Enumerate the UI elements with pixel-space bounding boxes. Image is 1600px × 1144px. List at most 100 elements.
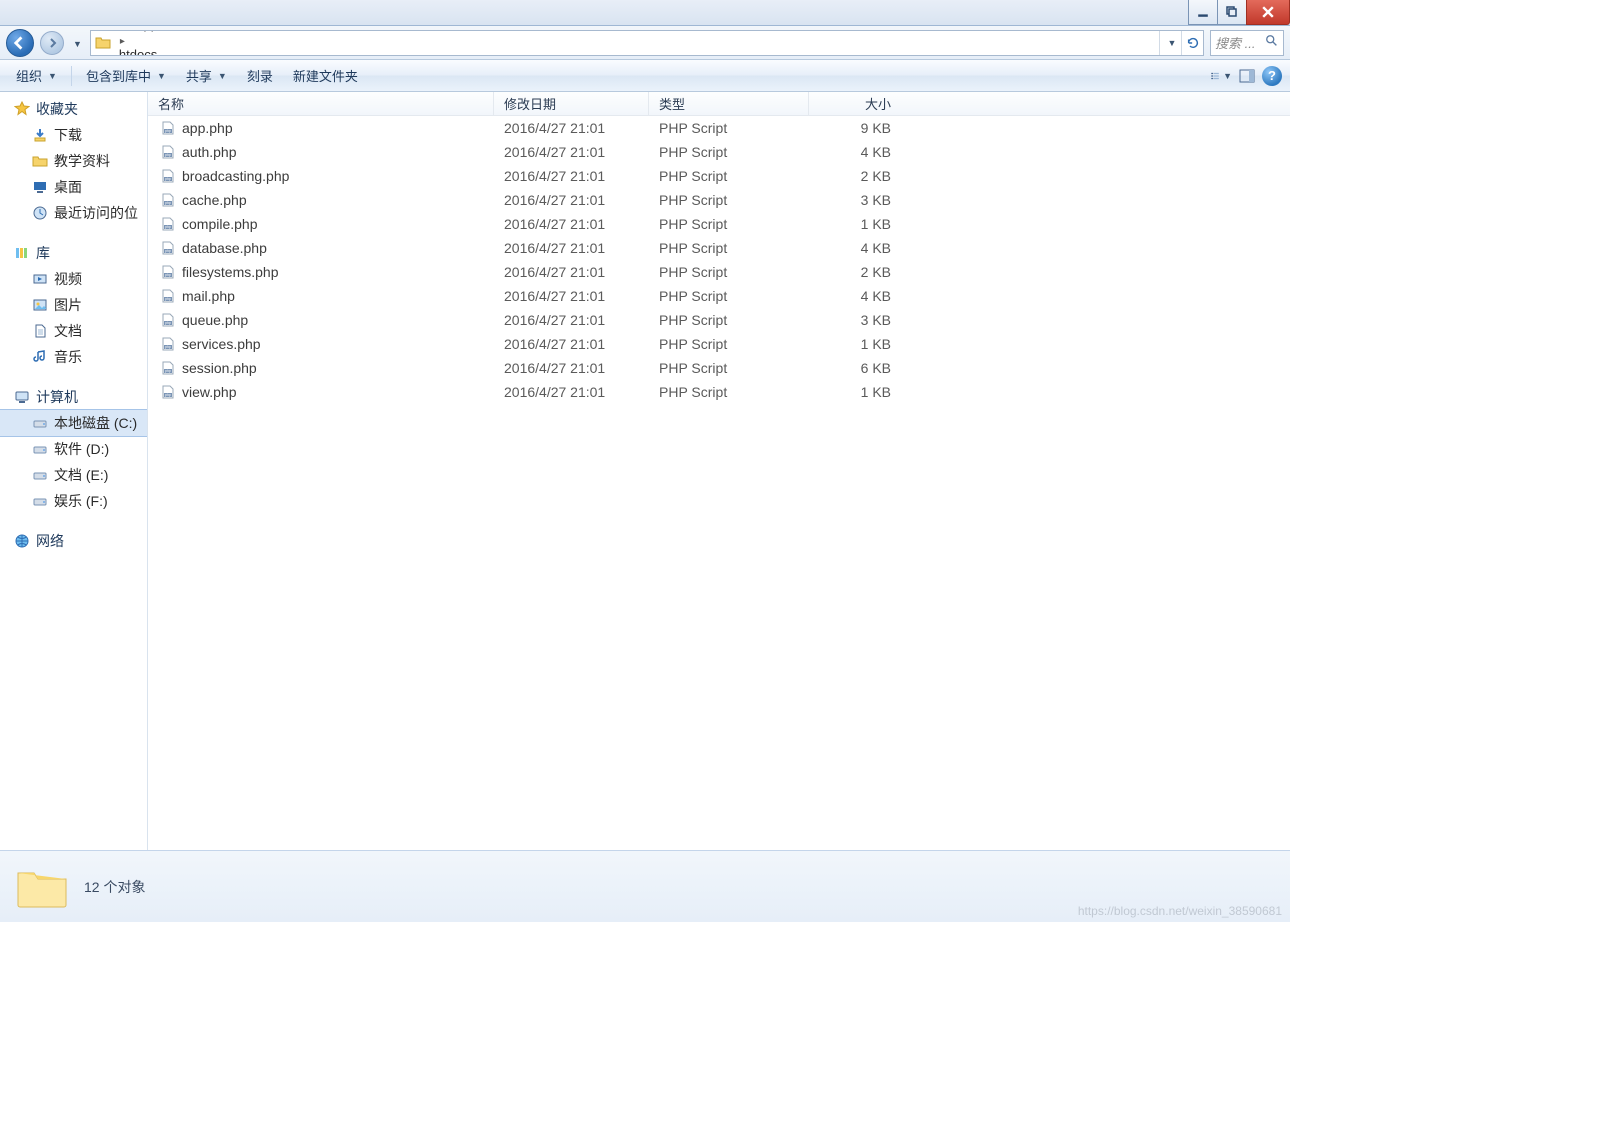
sidebar-item[interactable]: 下载: [0, 122, 147, 148]
php-file-icon: php: [160, 360, 176, 376]
svg-text:php: php: [165, 297, 171, 301]
breadcrumb-arrow[interactable]: ▸: [115, 36, 130, 47]
file-row[interactable]: phpbroadcasting.php2016/4/27 21:01PHP Sc…: [148, 164, 1290, 188]
file-name: cache.php: [182, 192, 247, 208]
share-button[interactable]: 共享▼: [178, 64, 235, 88]
star-icon: [14, 101, 30, 117]
file-name: auth.php: [182, 144, 237, 160]
sidebar-favorites-header[interactable]: 收藏夹: [0, 96, 147, 122]
sidebar-item[interactable]: 音乐: [0, 344, 147, 370]
burn-button[interactable]: 刻录: [239, 64, 281, 88]
breadcrumb[interactable]: ▸计算机▸本地磁盘 (C:)▸xampp▸htdocs▸PHPprimary▸l…: [90, 30, 1204, 56]
sidebar-item-label: 桌面: [54, 177, 82, 197]
sidebar-item-label: 娱乐 (F:): [54, 491, 108, 511]
file-type: PHP Script: [649, 168, 809, 184]
forward-button[interactable]: [40, 31, 64, 55]
organize-button[interactable]: 组织▼: [8, 64, 65, 88]
file-row[interactable]: phpsession.php2016/4/27 21:01PHP Script6…: [148, 356, 1290, 380]
view-options-button[interactable]: ▼: [1210, 65, 1232, 87]
file-row[interactable]: phpqueue.php2016/4/27 21:01PHP Script3 K…: [148, 308, 1290, 332]
file-size: 9 KB: [809, 120, 901, 136]
file-row[interactable]: phpmail.php2016/4/27 21:01PHP Script4 KB: [148, 284, 1290, 308]
file-name: mail.php: [182, 288, 235, 304]
file-row[interactable]: phpcompile.php2016/4/27 21:01PHP Script1…: [148, 212, 1290, 236]
breadcrumb-segment[interactable]: htdocs: [115, 47, 200, 56]
sidebar-item[interactable]: 本地磁盘 (C:): [0, 410, 147, 436]
item-icon: [32, 179, 48, 195]
file-row[interactable]: phpcache.php2016/4/27 21:01PHP Script3 K…: [148, 188, 1290, 212]
file-row[interactable]: phpauth.php2016/4/27 21:01PHP Script4 KB: [148, 140, 1290, 164]
column-date[interactable]: 修改日期: [494, 92, 649, 115]
back-button[interactable]: [6, 29, 34, 57]
search-input[interactable]: 搜索 ...: [1210, 30, 1284, 56]
folder-large-icon: [14, 863, 70, 911]
nav-row: ▼ ▸计算机▸本地磁盘 (C:)▸xampp▸htdocs▸PHPprimary…: [0, 26, 1290, 60]
item-icon: [32, 441, 48, 457]
close-button[interactable]: [1246, 0, 1290, 25]
sidebar-libraries: 库 视频图片文档音乐: [0, 240, 147, 370]
sidebar-libraries-header[interactable]: 库: [0, 240, 147, 266]
svg-text:php: php: [165, 177, 171, 181]
sidebar-item-label: 最近访问的位: [54, 203, 138, 223]
sidebar-item[interactable]: 教学资料: [0, 148, 147, 174]
file-row[interactable]: phpdatabase.php2016/4/27 21:01PHP Script…: [148, 236, 1290, 260]
item-icon: [32, 271, 48, 287]
file-row[interactable]: php app.php 2016/4/27 21:01PHP Script9 KB: [148, 116, 1290, 140]
minimize-button[interactable]: [1188, 0, 1218, 25]
network-icon: [14, 533, 30, 549]
file-name: queue.php: [182, 312, 248, 328]
nav-history-dropdown[interactable]: ▼: [68, 35, 84, 50]
item-icon: [32, 467, 48, 483]
sidebar-item-label: 文档: [54, 321, 82, 341]
file-row[interactable]: phpservices.php2016/4/27 21:01PHP Script…: [148, 332, 1290, 356]
refresh-button[interactable]: [1181, 31, 1203, 55]
sidebar-item[interactable]: 桌面: [0, 174, 147, 200]
column-name[interactable]: 名称: [148, 92, 494, 115]
file-type: PHP Script: [649, 192, 809, 208]
file-name: database.php: [182, 240, 267, 256]
file-date: 2016/4/27 21:01: [494, 168, 649, 184]
file-date: 2016/4/27 21:01: [494, 120, 649, 136]
preview-pane-button[interactable]: [1236, 65, 1258, 87]
sidebar-item[interactable]: 娱乐 (F:): [0, 488, 147, 514]
help-button[interactable]: ?: [1262, 66, 1282, 86]
breadcrumb-segment[interactable]: xampp: [115, 30, 200, 32]
file-date: 2016/4/27 21:01: [494, 216, 649, 232]
file-type: PHP Script: [649, 240, 809, 256]
file-size: 1 KB: [809, 384, 901, 400]
toolbar: 组织▼ 包含到库中▼ 共享▼ 刻录 新建文件夹 ▼ ?: [0, 60, 1290, 92]
breadcrumb-dropdown[interactable]: ▼: [1159, 31, 1181, 55]
sidebar-item-label: 下载: [54, 125, 82, 145]
sidebar-item[interactable]: 文档 (E:): [0, 462, 147, 488]
item-icon: [32, 127, 48, 143]
file-size: 3 KB: [809, 312, 901, 328]
item-icon: [32, 153, 48, 169]
sidebar-item-label: 文档 (E:): [54, 465, 108, 485]
sidebar-computer-header[interactable]: 计算机: [0, 384, 147, 410]
column-headers: 名称 修改日期 类型 大小: [148, 92, 1290, 116]
include-in-library-button[interactable]: 包含到库中▼: [78, 64, 174, 88]
maximize-button[interactable]: [1217, 0, 1247, 25]
sidebar-item-label: 教学资料: [54, 151, 110, 171]
file-date: 2016/4/27 21:01: [494, 192, 649, 208]
php-file-icon: php: [160, 168, 176, 184]
column-type[interactable]: 类型: [649, 92, 809, 115]
status-text: 12 个对象: [84, 877, 145, 897]
watermark: https://blog.csdn.net/weixin_38590681: [1078, 904, 1282, 918]
svg-text:php: php: [165, 129, 171, 133]
file-row[interactable]: phpview.php2016/4/27 21:01PHP Script1 KB: [148, 380, 1290, 404]
file-name: app.php: [182, 120, 233, 136]
file-name: session.php: [182, 360, 257, 376]
file-size: 2 KB: [809, 168, 901, 184]
sidebar-item[interactable]: 视频: [0, 266, 147, 292]
sidebar-item[interactable]: 图片: [0, 292, 147, 318]
sidebar-item[interactable]: 软件 (D:): [0, 436, 147, 462]
php-file-icon: php: [160, 144, 176, 160]
sidebar-item[interactable]: 文档: [0, 318, 147, 344]
new-folder-button[interactable]: 新建文件夹: [285, 64, 366, 88]
file-row[interactable]: phpfilesystems.php2016/4/27 21:01PHP Scr…: [148, 260, 1290, 284]
file-type: PHP Script: [649, 120, 809, 136]
sidebar-network-header[interactable]: 网络: [0, 528, 147, 554]
column-size[interactable]: 大小: [809, 92, 901, 115]
sidebar-item[interactable]: 最近访问的位: [0, 200, 147, 226]
